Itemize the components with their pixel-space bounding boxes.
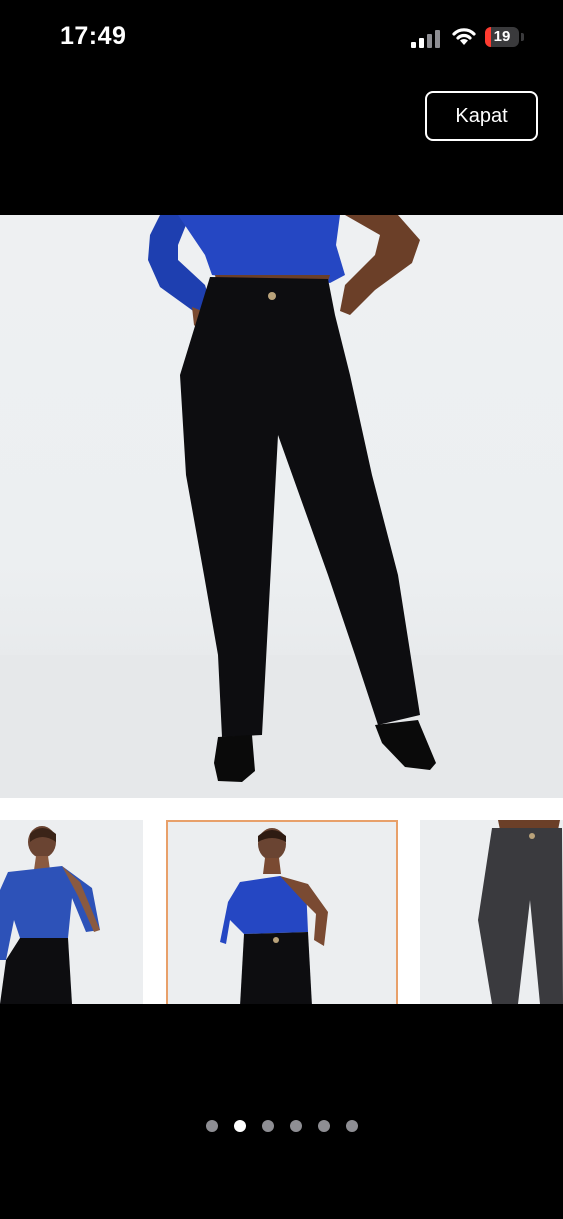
thumbnail-3[interactable] — [420, 820, 563, 1004]
page-dot-4[interactable] — [289, 1120, 302, 1132]
battery-icon: 19 — [485, 27, 525, 49]
status-bar: 17:49 19 — [0, 0, 563, 76]
battery-level-text: 19 — [493, 28, 511, 45]
page-dot-1[interactable] — [205, 1120, 218, 1132]
status-time: 17:49 — [60, 22, 127, 50]
page-dot-3[interactable] — [261, 1120, 274, 1132]
page-dot-2-active[interactable] — [233, 1120, 246, 1132]
page-dot-6[interactable] — [345, 1120, 358, 1132]
thumbnail-1-image — [0, 826, 100, 1004]
thumbnail-1[interactable] — [0, 820, 143, 1004]
page-dot-5[interactable] — [317, 1120, 330, 1132]
thumbnail-2[interactable] — [166, 820, 398, 1004]
main-product-image[interactable] — [0, 215, 563, 798]
thumbnail-2-image — [220, 828, 328, 1004]
cellular-signal-icon — [411, 30, 440, 48]
wifi-icon — [452, 28, 476, 45]
product-photo — [0, 215, 563, 798]
close-button[interactable]: Kapat — [425, 91, 538, 141]
page-indicator — [0, 1120, 563, 1140]
thumbnail-3-image — [478, 820, 563, 1004]
